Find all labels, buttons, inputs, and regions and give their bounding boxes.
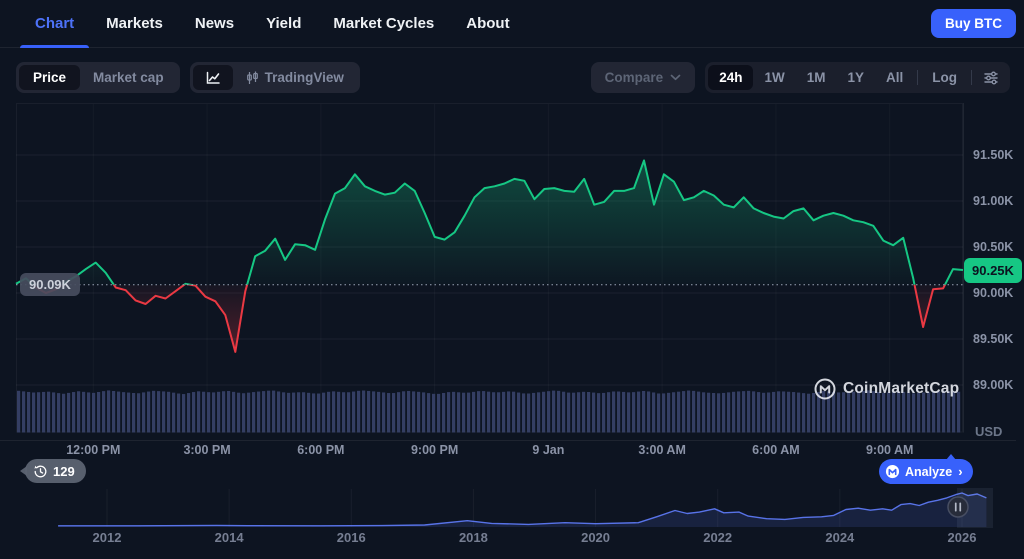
line-chart-toggle-button[interactable] — [192, 65, 233, 90]
analyze-label: Analyze — [905, 464, 953, 479]
history-axis-label: 2018 — [458, 530, 488, 545]
history-clock-icon — [34, 465, 47, 477]
tab-chart[interactable]: Chart — [19, 0, 90, 48]
tab-news[interactable]: News — [179, 0, 250, 48]
coinmarketcap-logo-icon — [814, 378, 836, 400]
x-axis-label: 9 Jan — [532, 443, 565, 457]
range-button-1y[interactable]: 1Y — [836, 65, 875, 90]
history-axis-label: 2016 — [336, 530, 366, 545]
chart-page: Chart Markets News Yield Market Cycles A… — [0, 0, 1024, 559]
compare-label: Compare — [604, 70, 664, 85]
line-chart-icon — [206, 71, 220, 84]
tab-yield[interactable]: Yield — [250, 0, 317, 48]
active-tab-underline — [20, 44, 90, 48]
tradingview-toggle-button[interactable]: TradingView — [233, 65, 357, 90]
tab-market-cycles-label: Market Cycles — [333, 15, 435, 32]
tab-market-cycles[interactable]: Market Cycles — [317, 0, 450, 48]
y-axis-label: 90.50K — [973, 240, 1014, 254]
history-axis-label: 2014 — [214, 530, 244, 545]
price-axis-unit: USD — [975, 424, 1003, 439]
divider — [917, 70, 919, 85]
tradingview-label: TradingView — [264, 70, 344, 85]
range-button-1m[interactable]: 1M — [796, 65, 837, 90]
chevron-right-icon: › — [958, 464, 963, 479]
y-axis-label: 91.00K — [973, 194, 1014, 208]
compare-button[interactable]: Compare — [590, 62, 696, 93]
market-cap-toggle-button[interactable]: Market cap — [80, 65, 177, 90]
sliders-icon — [984, 71, 998, 84]
price-toggle-button[interactable]: Price — [19, 65, 81, 90]
coinmarketcap-watermark: CoinMarketCap — [814, 378, 959, 400]
history-count-badge[interactable]: 129 — [20, 459, 86, 483]
range-button-all[interactable]: All — [875, 65, 914, 90]
chart-toolbar: Price Market cap TradingView Compare 24h… — [16, 62, 1010, 93]
range-drag-handle[interactable] — [947, 496, 969, 518]
top-navigation: Chart Markets News Yield Market Cycles A… — [0, 0, 1024, 48]
x-axis-label: 9:00 AM — [865, 443, 914, 457]
history-axis-label: 2022 — [703, 530, 733, 545]
x-axis-label: 12:00 PM — [66, 443, 121, 457]
chart-settings-button[interactable] — [975, 65, 1007, 90]
tab-about[interactable]: About — [450, 0, 525, 48]
y-axis-label: 89.00K — [973, 378, 1014, 392]
watermark-label: CoinMarketCap — [843, 380, 960, 397]
tab-news-label: News — [194, 15, 235, 32]
history-axis-label: 2012 — [92, 530, 122, 545]
x-axis-label: 3:00 PM — [183, 443, 231, 457]
buy-btc-button[interactable]: Buy BTC — [931, 9, 1016, 38]
range-button-24h[interactable]: 24h — [708, 65, 754, 90]
candlestick-icon — [246, 71, 258, 84]
tab-yield-label: Yield — [266, 15, 302, 32]
time-range-selector: 24h 1W 1M 1Y All Log — [705, 62, 1010, 93]
range-button-1w[interactable]: 1W — [753, 65, 795, 90]
coinmarketcap-logo-icon — [885, 464, 900, 479]
chevron-down-icon — [670, 74, 681, 81]
history-count-label: 129 — [53, 463, 75, 479]
history-axis-label: 2026 — [947, 530, 977, 545]
history-axis-label: 2020 — [581, 530, 611, 545]
last-price-badge: 90.25K — [964, 258, 1022, 283]
baseline-price-badge: 90.09K — [20, 273, 80, 296]
y-axis-label: 91.50K — [973, 148, 1014, 162]
log-scale-button[interactable]: Log — [921, 65, 968, 90]
chart-type-toggle: TradingView — [189, 62, 360, 93]
price-area-gain — [16, 160, 963, 285]
analyze-button[interactable]: Analyze › — [879, 454, 973, 484]
history-axis-label: 2024 — [825, 530, 855, 545]
y-axis-label: 89.50K — [973, 332, 1014, 346]
x-axis-label: 6:00 AM — [752, 443, 800, 457]
x-axis-label: 9:00 PM — [410, 443, 459, 457]
tab-about-label: About — [466, 15, 510, 32]
y-axis-label: 90.00K — [973, 286, 1014, 300]
tab-chart-label: Chart — [35, 15, 75, 32]
tab-markets-label: Markets — [106, 15, 163, 32]
divider — [971, 70, 972, 85]
tab-markets[interactable]: Markets — [90, 0, 179, 48]
price-marketcap-toggle: Price Market cap — [16, 62, 180, 93]
x-axis-label: 6:00 PM — [297, 443, 345, 457]
x-axis-label: 3:00 AM — [638, 443, 686, 457]
